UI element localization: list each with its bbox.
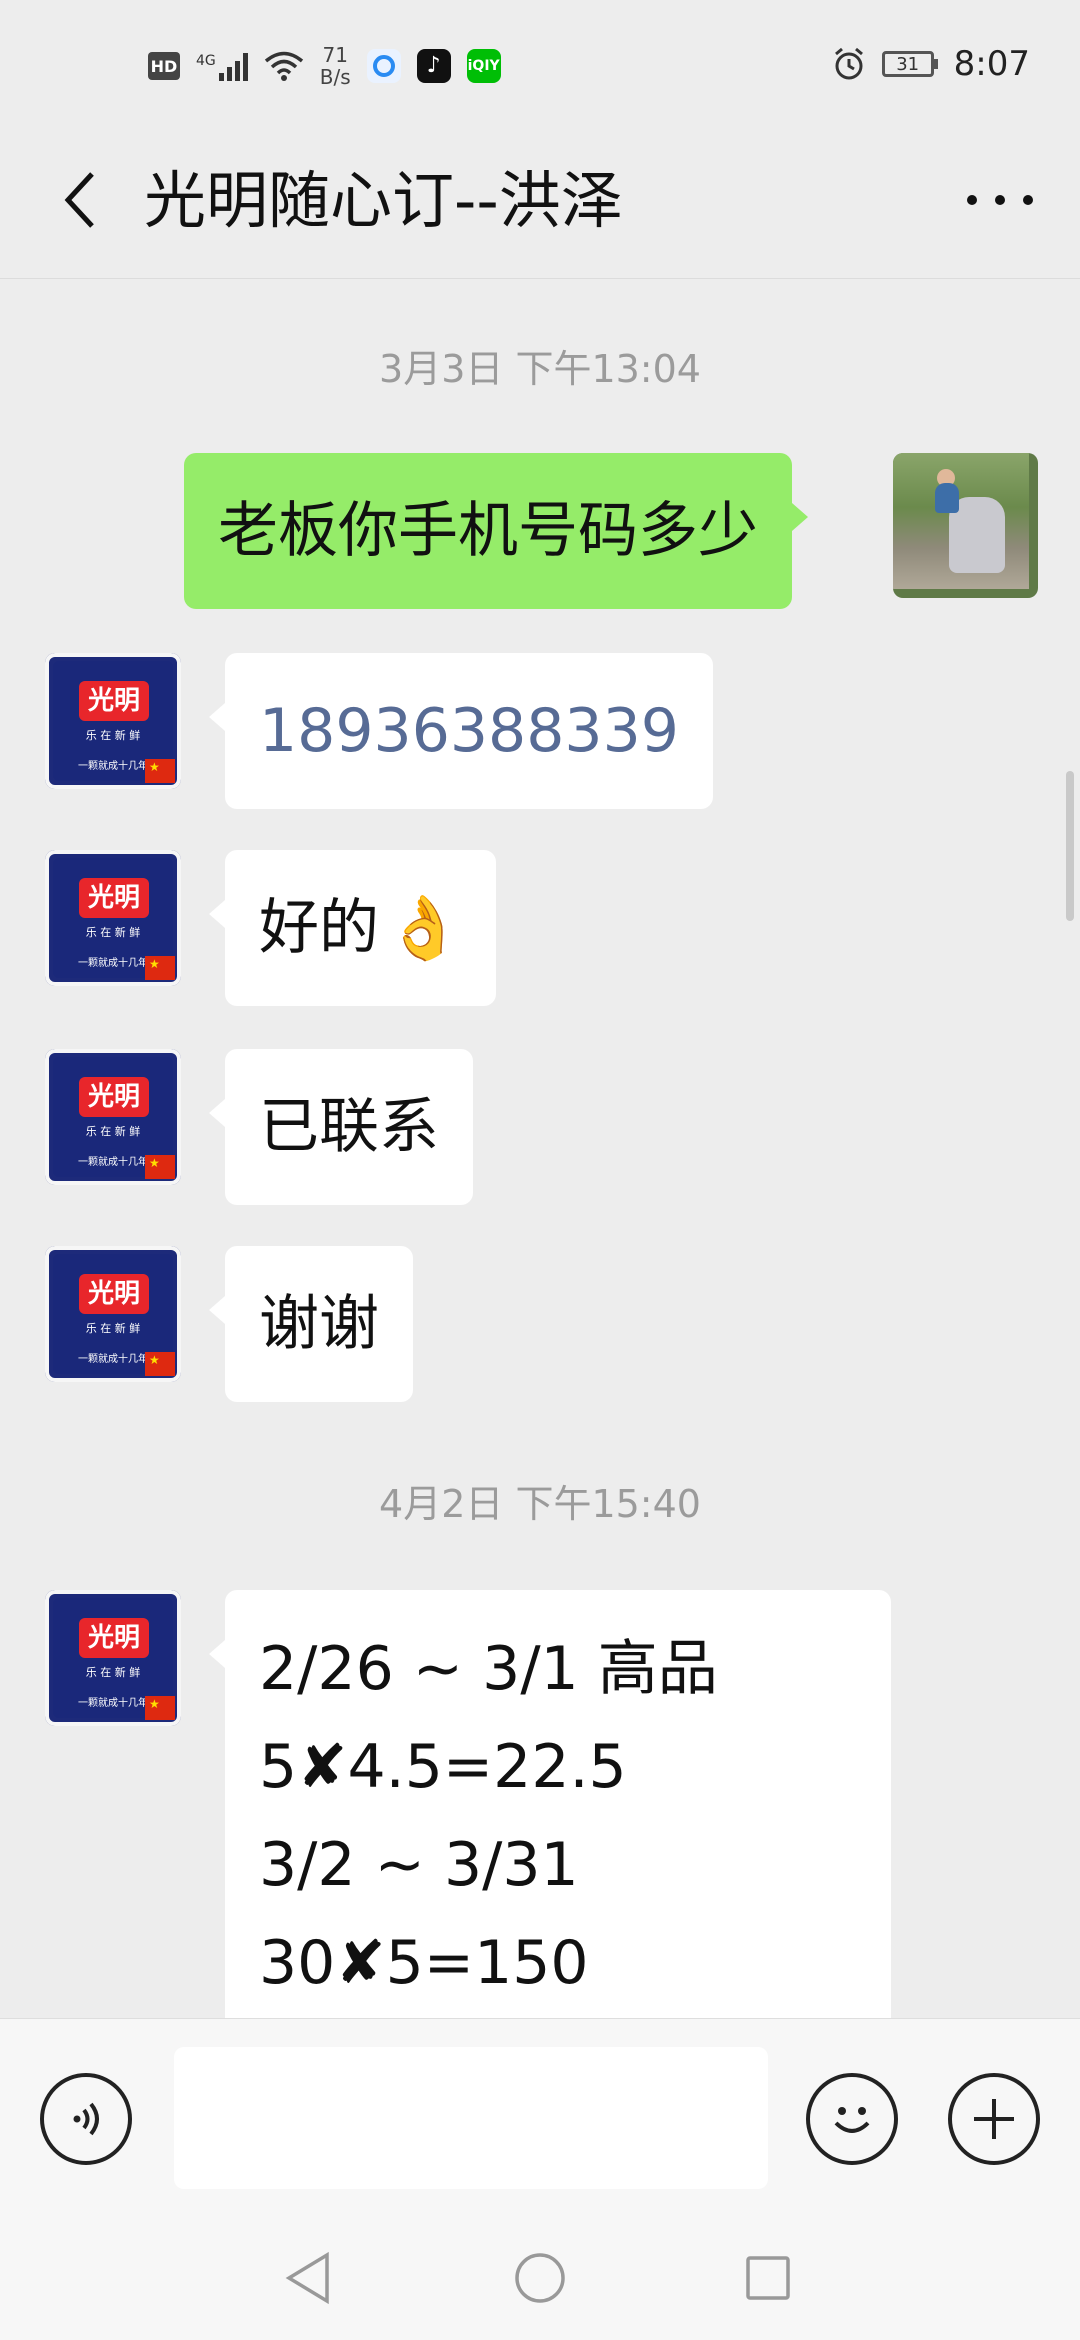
hd-badge: HD [148, 52, 180, 80]
contact-avatar[interactable]: 光明 乐 在 新 鲜 一颗就成十几年 [45, 1049, 181, 1185]
alarm-icon [834, 47, 863, 80]
network-type-label: 4G [196, 53, 216, 69]
received-bubble[interactable]: 谢谢 [209, 1246, 413, 1402]
more-actions-button[interactable] [948, 2073, 1040, 2165]
square-recents-icon [746, 2256, 790, 2300]
message-text: 谢谢 [259, 1289, 379, 1359]
clock: 8:07 [953, 44, 1030, 84]
more-options-button[interactable] [950, 160, 1050, 240]
timestamp: 3月3日 下午13:04 [379, 347, 701, 391]
status-left: HD 4G 71 B/s ♪ iQIY [148, 44, 501, 88]
message-line: 3/2 ~ 3/31 [259, 1830, 579, 1900]
chat-title: 光明随心订--洪泽 [144, 164, 623, 237]
message-received[interactable]: 光明 乐 在 新 鲜 一颗就成十几年 18936388339 [0, 653, 1080, 813]
system-back-button[interactable] [278, 2248, 338, 2308]
system-recents-button[interactable] [738, 2248, 798, 2308]
plus-icon [974, 2099, 1014, 2139]
contact-avatar[interactable]: 光明 乐 在 新 鲜 一颗就成十几年 [45, 850, 181, 986]
message-text: 已联系 [259, 1092, 439, 1162]
message-line: 2/26 ~ 3/1 高品 [259, 1634, 718, 1704]
message-input[interactable] [174, 2047, 768, 2189]
flag-icon [145, 1352, 175, 1376]
more-dots-icon [967, 195, 1033, 205]
iqiyi-icon: iQIY [466, 49, 501, 83]
status-bar: HD 4G 71 B/s ♪ iQIY 31 8:07 [0, 0, 1080, 130]
brand-logo-text: 光明 [79, 1274, 149, 1314]
speed-value: 71 [322, 43, 348, 67]
message-list[interactable]: 3月3日 下午13:04 老板你手机号码多少 光明 乐 在 新 鲜 一颗就成十几… [0, 278, 1080, 2018]
system-home-button[interactable] [510, 2248, 570, 2308]
brand-logo-text: 光明 [79, 681, 149, 721]
status-right: 31 8:07 [832, 44, 1030, 84]
sent-bubble[interactable]: 老板你手机号码多少 [184, 453, 808, 609]
brand-tagline: 乐 在 新 鲜 [85, 1666, 141, 1679]
circle-home-icon [515, 2253, 565, 2303]
message-text: 老板你手机号码多少 [218, 496, 758, 566]
brand-tagline: 乐 在 新 鲜 [85, 1125, 141, 1138]
brand-logo-text: 光明 [79, 878, 149, 918]
smiley-icon [834, 2107, 870, 2133]
my-avatar[interactable] [893, 453, 1038, 598]
emoji-button[interactable] [806, 2073, 898, 2165]
message-line: 5✘4.5=22.5 [259, 1732, 627, 1802]
battery-level: 31 [896, 53, 920, 75]
brand-logo-text: 光明 [79, 1618, 149, 1658]
message-received[interactable]: 光明 乐 在 新 鲜 一颗就成十几年 2/26 ~ 3/1 高品 5✘4.5=2… [0, 1590, 1080, 2018]
phone-number-link[interactable]: 18936388339 [259, 696, 679, 766]
flag-icon [145, 1155, 175, 1179]
message-sent[interactable]: 老板你手机号码多少 [0, 453, 1080, 613]
timestamp: 4月2日 下午15:40 [379, 1482, 701, 1526]
message-received[interactable]: 光明 乐 在 新 鲜 一颗就成十几年 好的 👌 [0, 850, 1080, 1010]
input-bar [0, 2018, 1080, 2219]
received-bubble[interactable]: 已联系 [209, 1049, 473, 1205]
signal-icon: 4G [196, 51, 248, 81]
contact-avatar[interactable]: 光明 乐 在 新 鲜 一颗就成十几年 [45, 653, 181, 789]
flag-icon [145, 759, 175, 783]
brand-tagline: 乐 在 新 鲜 [85, 926, 141, 939]
back-button[interactable] [40, 160, 120, 240]
wifi-icon [264, 51, 303, 81]
received-bubble[interactable]: 2/26 ~ 3/1 高品 5✘4.5=22.5 3/2 ~ 3/31 30✘5… [209, 1590, 891, 2018]
contact-avatar[interactable]: 光明 乐 在 新 鲜 一颗就成十几年 [45, 1246, 181, 1382]
message-received[interactable]: 光明 乐 在 新 鲜 一颗就成十几年 已联系 [0, 1049, 1080, 1209]
scrollbar[interactable] [1066, 771, 1074, 921]
flag-icon [145, 956, 175, 980]
triangle-back-icon [285, 2251, 329, 2305]
message-line: 30✘5=150 [259, 1928, 589, 1998]
chat-header: 光明随心订--洪泽 [0, 130, 1080, 279]
received-bubble[interactable]: 好的 👌 [208, 850, 497, 1006]
speed-unit: B/s [319, 65, 351, 89]
battery-icon: 31 [881, 51, 938, 77]
brand-tagline: 乐 在 新 鲜 [85, 1322, 141, 1335]
tiktok-icon: ♪ [416, 49, 451, 83]
brand-tagline: 乐 在 新 鲜 [85, 729, 141, 742]
message-received[interactable]: 光明 乐 在 新 鲜 一颗就成十几年 谢谢 [0, 1246, 1080, 1406]
network-speed: 71 B/s [320, 44, 351, 88]
contact-avatar[interactable]: 光明 乐 在 新 鲜 一颗就成十几年 [45, 1590, 181, 1726]
voice-input-button[interactable] [40, 2073, 132, 2165]
system-nav-bar [0, 2218, 1080, 2340]
message-text: 好的 [259, 893, 379, 963]
ok-hand-emoji-icon: 👌 [385, 891, 463, 964]
voice-icon [73, 2102, 99, 2136]
flag-icon [145, 1696, 175, 1720]
browser-icon [366, 49, 401, 83]
received-bubble[interactable]: 18936388339 [209, 653, 713, 809]
chevron-left-icon [64, 172, 94, 228]
brand-logo-text: 光明 [79, 1077, 149, 1117]
